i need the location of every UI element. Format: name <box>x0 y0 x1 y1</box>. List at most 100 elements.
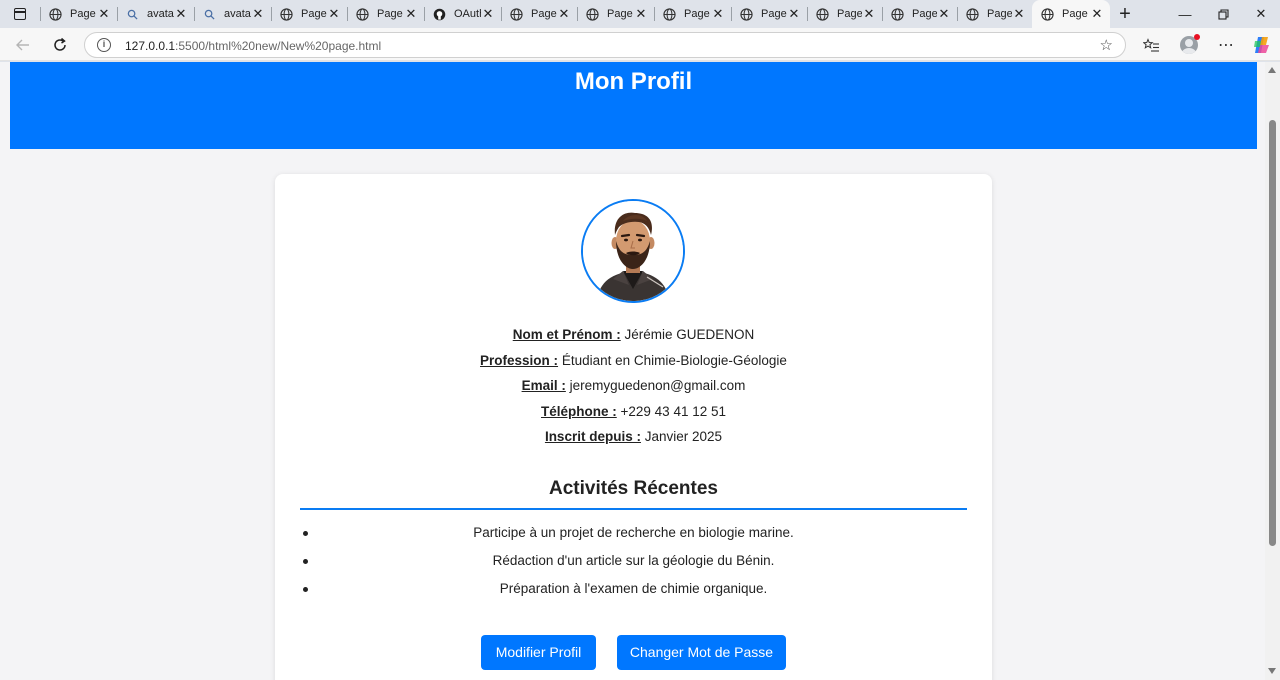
globe-icon <box>965 7 979 21</box>
name-value: Jérémie GUEDENON <box>624 327 755 342</box>
sidebar-toggle-icon <box>14 8 26 20</box>
close-icon[interactable]: ✕ <box>787 6 801 22</box>
profile-phone-line: Téléphone : +229 43 41 12 51 <box>275 403 992 429</box>
browser-tab[interactable]: Page ✕ <box>347 0 424 28</box>
close-icon[interactable]: ✕ <box>862 6 876 22</box>
search-icon <box>202 7 216 21</box>
profile-portrait-icon <box>583 201 683 301</box>
github-icon <box>432 7 446 21</box>
reload-icon <box>54 37 66 51</box>
profession-label: Profession : <box>480 352 559 368</box>
url-host: 127.0.0.1 <box>125 39 176 53</box>
page-scrollbar[interactable] <box>1265 62 1280 680</box>
browser-tab[interactable]: Page ✕ <box>807 0 882 28</box>
email-label: Email : <box>521 378 566 393</box>
tab-title: Page <box>1062 8 1088 20</box>
edit-profile-button[interactable]: Modifier Profil <box>481 635 596 670</box>
profile-card: Nom et Prénom : Jérémie GUEDENON Profess… <box>275 174 992 680</box>
tab-title: avatar <box>224 8 251 20</box>
close-icon[interactable]: ✕ <box>251 6 265 22</box>
minimize-icon[interactable]: — <box>1166 0 1204 28</box>
browser-tab[interactable]: Page ✕ <box>654 0 731 28</box>
globe-icon <box>1040 7 1054 21</box>
scroll-down-icon[interactable] <box>1268 668 1276 674</box>
avatar <box>581 199 685 303</box>
close-icon[interactable]: ✕ <box>327 6 341 22</box>
browser-tab[interactable]: OAuth ✕ <box>424 0 501 28</box>
restore-icon[interactable] <box>1204 0 1242 28</box>
page-header: Mon Profil <box>10 62 1257 149</box>
activity-text: Rédaction d'un article sur la géologie d… <box>492 553 775 568</box>
tab-actions-button[interactable] <box>0 0 40 28</box>
window-controls: — ✕ <box>1166 0 1280 28</box>
favorites-button[interactable] <box>1139 33 1163 57</box>
back-button[interactable] <box>10 32 36 58</box>
close-icon[interactable]: ✕ <box>634 6 648 22</box>
tab-title: Page <box>837 8 862 20</box>
page-viewport: Mon Profil Nom et Prénom: Jérémie GUEDE… <box>0 62 1280 680</box>
close-icon[interactable]: ✕ <box>97 6 111 22</box>
browser-tab[interactable]: Page ✕ <box>40 0 117 28</box>
close-icon[interactable]: ✕ <box>174 6 188 22</box>
globe-icon <box>815 7 829 21</box>
bullet-icon <box>303 587 308 592</box>
close-icon[interactable]: ✕ <box>1090 6 1104 22</box>
favorite-star-icon[interactable]: ☆ <box>1100 36 1113 54</box>
reload-button[interactable] <box>47 32 73 58</box>
close-icon[interactable]: ✕ <box>404 6 418 22</box>
tab-title: Page <box>987 8 1012 20</box>
copilot-button[interactable] <box>1250 33 1274 57</box>
profile-since-line: Inscrit depuis : Janvier 2025 <box>275 428 992 454</box>
url-text[interactable]: 127.0.0.1:5500/html%20new/New%20page.htm… <box>125 39 381 53</box>
search-icon <box>125 7 139 21</box>
close-icon[interactable]: ✕ <box>481 6 495 22</box>
browser-tab[interactable]: Page ✕ <box>501 0 577 28</box>
url-path: :5500/html%20new/New%20page.html <box>175 39 382 53</box>
browser-tab[interactable]: Page ✕ <box>271 0 347 28</box>
profile-info: Nom et Prénom : Jérémie GUEDENON Profess… <box>275 326 992 454</box>
activity-item: Rédaction d'un article sur la géologie d… <box>300 552 967 580</box>
browser-tab[interactable]: Page ✕ <box>957 0 1032 28</box>
activity-item: Participe à un projet de recherche en bi… <box>300 524 967 552</box>
arrow-left-icon <box>16 39 29 51</box>
activity-text: Préparation à l'examen de chimie organiq… <box>499 581 768 596</box>
globe-icon <box>355 7 369 21</box>
browser-tab[interactable]: Page ✕ <box>731 0 807 28</box>
profile-profession-line: Profession : Étudiant en Chimie-Biologie… <box>275 352 992 378</box>
tab-title: avatar <box>147 8 174 20</box>
globe-icon <box>662 7 676 21</box>
new-tab-button[interactable]: + <box>1110 0 1140 28</box>
info-icon[interactable]: i <box>97 38 111 52</box>
globe-icon <box>739 7 753 21</box>
since-label: Inscrit depuis : <box>544 429 641 444</box>
browser-tab[interactable]: avatar ✕ <box>117 0 194 28</box>
browser-tab[interactable]: Page ✕ <box>577 0 654 28</box>
phone-value: +229 43 41 12 51 <box>620 403 726 419</box>
close-icon[interactable]: ✕ <box>1012 6 1026 22</box>
profile-email-line: Email : jeremyguedenon@gmail.com <box>275 377 992 403</box>
browser-tab[interactable]: Page ✕ <box>882 0 957 28</box>
tab-title: Page <box>607 8 633 20</box>
globe-icon <box>890 7 904 21</box>
bullet-icon <box>303 559 308 564</box>
copilot-icon <box>1254 37 1269 53</box>
change-password-button[interactable]: Changer Mot de Passe <box>617 635 786 670</box>
browser-tab-active[interactable]: Page ✕ <box>1032 0 1110 28</box>
scrollbar-thumb[interactable] <box>1269 120 1276 546</box>
more-options-button[interactable]: ⋯ <box>1214 33 1238 57</box>
close-icon[interactable]: ✕ <box>557 6 571 22</box>
close-window-icon[interactable]: ✕ <box>1242 0 1280 28</box>
scroll-up-icon[interactable] <box>1268 67 1276 73</box>
activities-divider <box>300 508 967 510</box>
profile-button[interactable] <box>1177 33 1201 57</box>
activity-item: Préparation à l'examen de chimie organiq… <box>300 580 967 608</box>
name-label: Nom et Prénom : <box>512 327 621 342</box>
globe-icon <box>585 7 599 21</box>
close-icon[interactable]: ✕ <box>711 6 725 22</box>
browser-tab[interactable]: avatar ✕ <box>194 0 271 28</box>
close-icon[interactable]: ✕ <box>937 6 951 22</box>
phone-label: Téléphone : <box>540 403 617 419</box>
address-bar[interactable]: i 127.0.0.1:5500/html%20new/New%20page.h… <box>84 32 1126 58</box>
globe-icon <box>279 7 293 21</box>
address-toolbar: i 127.0.0.1:5500/html%20new/New%20page.h… <box>0 28 1280 61</box>
